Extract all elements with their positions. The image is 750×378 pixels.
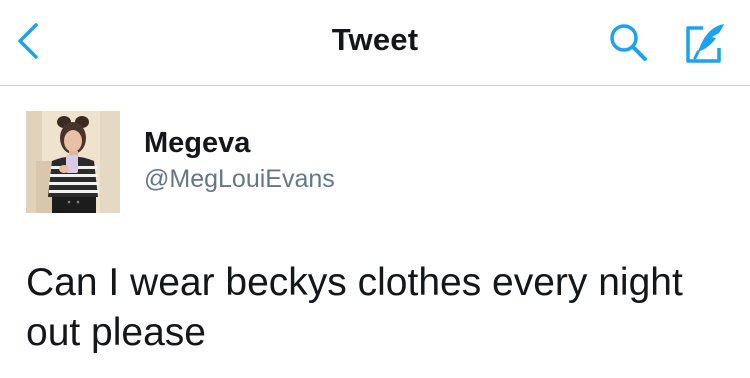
navigation-bar: Tweet	[0, 0, 750, 86]
tweet-text: Can I wear beckys clothes every night ou…	[26, 261, 683, 354]
compose-tweet-icon	[686, 24, 724, 63]
tweet-author: Megeva @MegLouiEvans	[26, 111, 335, 213]
author-handle[interactable]: @MegLouiEvans	[144, 162, 335, 196]
author-names: Megeva @MegLouiEvans	[144, 111, 335, 196]
avatar[interactable]	[26, 111, 120, 213]
compose-tweet-button[interactable]	[680, 20, 730, 66]
search-button[interactable]	[604, 20, 652, 64]
author-display-name[interactable]: Megeva	[144, 126, 335, 160]
search-icon	[610, 24, 647, 61]
tweet-detail-screen: Tweet Megeva @MegLouiEvans Can I wear be…	[0, 0, 750, 378]
